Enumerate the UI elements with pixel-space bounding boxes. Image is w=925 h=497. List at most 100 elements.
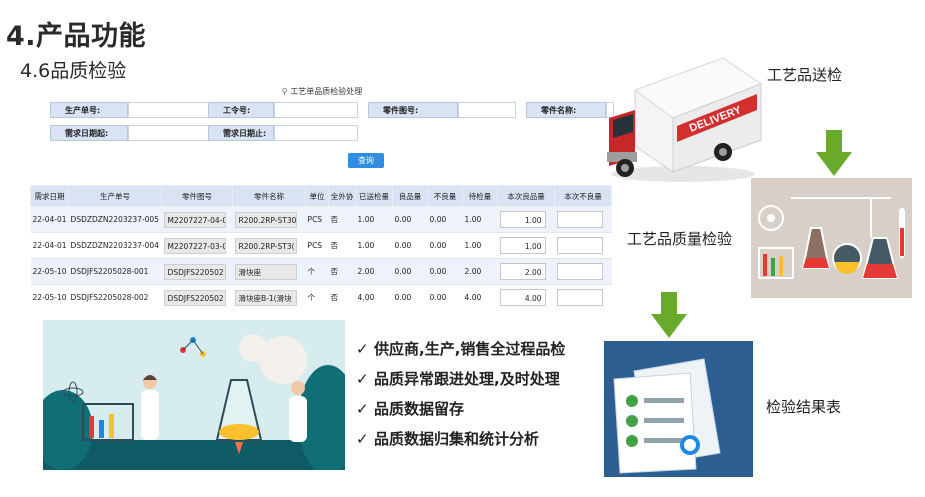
table-cell: 2.00 (497, 258, 555, 285)
col-header: 需求日期 (30, 185, 70, 207)
table-cell: 0.00 (427, 284, 463, 308)
check-icon: ✓ (356, 340, 369, 358)
table-row: 22-05-10 DSDJFS2205028-002 DSDJFS220502 滑块座… (30, 284, 612, 308)
feature-text: 供应商,生产,销售全过程品检 (374, 340, 566, 358)
form-title-text: 工艺单品质检验处理 (290, 87, 363, 96)
part-drawing-cell: M2207227-03-0 (163, 237, 226, 254)
table-cell: 22-04-01 (30, 232, 69, 259)
cell-text: 否 (330, 215, 339, 224)
part-drawing-cell: M2207227-04-0 (163, 211, 226, 228)
cell-text: 个 (307, 293, 316, 302)
part-name-label: 零件名称: (526, 102, 606, 118)
table-cell: DSDZDZN2203237-005 (68, 206, 162, 233)
date-to-input[interactable] (274, 125, 358, 141)
table-cell: 22-05-10 (30, 284, 69, 308)
part-drawing-label: 零件图号: (368, 102, 458, 118)
table-cell: 4.00 (355, 284, 393, 308)
section-subtitle: 4.6品质检验 (20, 60, 127, 82)
cell-text: DSDZDZN2203237-005 (70, 215, 159, 224)
report-documents-image (604, 341, 753, 477)
part-name-cell: R200.2RP-ST30 (234, 211, 297, 228)
table-cell: 滑块座B-1(滑块 (232, 284, 306, 308)
feature-item: ✓ 品质异常跟进处理,及时处理 (356, 368, 560, 389)
good-qty-input[interactable]: 1.00 (499, 211, 546, 228)
bad-qty-input[interactable] (556, 263, 603, 280)
form-title: ⚲ 工艺单品质检验处理 (30, 86, 614, 97)
table-cell: 0.00 (427, 206, 463, 233)
col-header: 不良量 (427, 185, 464, 207)
qc-form-panel: ⚲ 工艺单品质检验处理 生产单号: 工令号: 零件图号: 零件名称: 需求日期起… (30, 80, 614, 308)
cell-text: 0.00 (394, 267, 412, 276)
table-cell: 0.00 (392, 258, 428, 285)
table-row: 22-04-01 DSDZDZN2203237-005 M2207227-04-0 R… (30, 206, 612, 233)
feature-text: 品质数据留存 (374, 400, 465, 418)
good-qty-input[interactable]: 2.00 (499, 263, 546, 280)
table-cell: 4.00 (462, 284, 498, 308)
step-label-send: 工艺品送检 (767, 66, 843, 84)
cell-text: 0.00 (429, 215, 447, 224)
table-cell: DSDJFS2205028-001 (68, 258, 162, 285)
date-from-input[interactable] (128, 125, 214, 141)
cell-text: 2.00 (464, 267, 482, 276)
bad-qty-input[interactable] (556, 211, 603, 228)
cell-text: 1.00 (357, 241, 375, 250)
table-cell: 22-04-01 (30, 206, 69, 233)
work-order-input[interactable] (274, 102, 358, 118)
table-cell: 4.00 (497, 284, 555, 308)
table-cell: DSDJFS220502 (161, 258, 233, 285)
table-cell: 0.00 (392, 232, 428, 259)
part-drawing-input[interactable] (458, 102, 516, 118)
table-row: 22-04-01 DSDZDZN2203237-004 M2207227-03-0 R… (30, 232, 612, 259)
cell-text: 22-05-10 (32, 267, 67, 276)
table-cell (554, 232, 612, 259)
page-title: 4.产品功能 (6, 21, 147, 52)
step-label-result: 检验结果表 (766, 398, 842, 416)
check-icon: ✓ (356, 400, 369, 418)
cell-text: 0.00 (429, 241, 447, 250)
table-cell: 22-05-10 (30, 258, 69, 285)
date-from-label: 需求日期起: (50, 125, 128, 141)
good-qty-input[interactable]: 4.00 (499, 289, 546, 306)
date-to-label: 需求日期止: (208, 125, 274, 141)
table-cell (554, 206, 612, 233)
table-cell: 0.00 (427, 258, 463, 285)
delivery-truck-image: DELIVERY (603, 40, 763, 188)
query-button[interactable]: 查询 (348, 153, 384, 168)
table-cell: 1.00 (497, 206, 555, 233)
bad-qty-input[interactable] (556, 289, 603, 306)
cell-text: 0.00 (394, 293, 412, 302)
table-cell: 0.00 (392, 284, 428, 308)
cell-text: 22-04-01 (32, 241, 67, 250)
table-cell: 个 (305, 258, 329, 285)
table-cell (554, 258, 612, 285)
cell-text: PCS (307, 241, 323, 250)
cell-text: 1.00 (464, 241, 482, 250)
table-cell: 1.00 (497, 232, 555, 259)
work-order-label: 工令号: (208, 102, 274, 118)
cell-text: DSDZDZN2203237-004 (70, 241, 159, 250)
table-cell: 0.00 (392, 206, 428, 233)
check-icon: ✓ (356, 370, 369, 388)
table-cell: DSDJFS2205028-002 (68, 284, 162, 308)
table-cell: R200.2RP-ST3( (232, 232, 306, 259)
lab-equipment-image (751, 178, 912, 298)
table-cell: 0.00 (427, 232, 463, 259)
table-cell: M2207227-03-0 (161, 232, 233, 259)
part-drawing-cell: DSDJFS220502 (163, 263, 226, 280)
table-header-row: 需求日期 生产单号 零件图号 零件名称 单位 全外协 已送检量 良品量 不良量 … (30, 185, 613, 207)
order-no-input[interactable] (128, 102, 214, 118)
part-drawing-cell: DSDJFS220502 (163, 289, 226, 306)
good-qty-input[interactable]: 1.00 (499, 237, 546, 254)
step-label-inspect: 工艺品质量检验 (627, 230, 733, 248)
col-header: 已送检量 (355, 185, 394, 207)
cell-text: 4.00 (357, 293, 375, 302)
bad-qty-input[interactable] (556, 237, 603, 254)
table-cell: 个 (305, 284, 329, 308)
table-cell: 2.00 (462, 258, 498, 285)
cell-text: 个 (307, 267, 316, 276)
table-cell: DSDJFS220502 (161, 284, 233, 308)
col-header: 零件图号 (161, 185, 234, 207)
cell-text: 4.00 (464, 293, 482, 302)
table-cell: 否 (328, 206, 356, 233)
order-no-label: 生产单号: (50, 102, 128, 118)
